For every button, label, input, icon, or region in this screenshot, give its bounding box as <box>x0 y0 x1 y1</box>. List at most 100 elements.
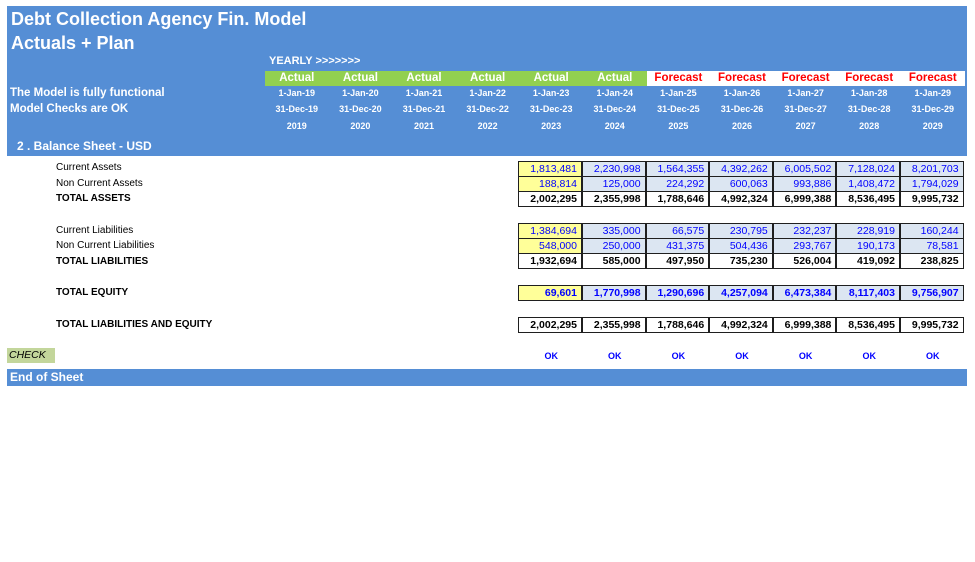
period-end-4: 31-Dec-23 <box>529 104 573 114</box>
cell-total-assets-2028[interactable]: 8,536,495 <box>836 191 900 207</box>
period-end-7: 31-Dec-26 <box>720 104 764 114</box>
period-year-3: 2022 <box>477 121 498 131</box>
check-label: CHECK <box>7 348 55 363</box>
cell-non-current-assets-2029[interactable]: 1,794,029 <box>900 176 964 192</box>
cell-total-liabilities-2024[interactable]: 585,000 <box>582 253 646 269</box>
period-end-9: 31-Dec-28 <box>847 104 891 114</box>
cell-total-equity-2023[interactable]: 69,601 <box>518 285 582 301</box>
cell-total-liabilities-equity-2026[interactable]: 4,992,324 <box>709 317 773 333</box>
cell-current-liabilities-2025[interactable]: 66,575 <box>645 223 710 239</box>
cell-non-current-liabilities-2025[interactable]: 431,375 <box>645 238 710 254</box>
end-bar: End of Sheet <box>7 369 967 386</box>
cell-total-equity-2028[interactable]: 8,117,403 <box>836 285 900 301</box>
cell-current-liabilities-2027[interactable]: 232,237 <box>772 223 837 239</box>
cell-total-equity-2026[interactable]: 4,257,094 <box>709 285 773 301</box>
cell-current-assets-2029[interactable]: 8,201,703 <box>900 161 964 177</box>
period-start-5: 1-Jan-24 <box>596 88 634 98</box>
check-ok-2024: OK <box>608 351 622 361</box>
cell-current-liabilities-2024[interactable]: 335,000 <box>582 223 646 239</box>
cell-non-current-liabilities-2026[interactable]: 504,436 <box>709 238 773 254</box>
period-year-0: 2019 <box>286 121 307 131</box>
cell-non-current-assets-2027[interactable]: 993,886 <box>772 176 837 192</box>
cell-non-current-assets-2023[interactable]: 188,814 <box>518 176 582 192</box>
cell-current-assets-2028[interactable]: 7,128,024 <box>836 161 900 177</box>
check-ok-2029: OK <box>926 351 940 361</box>
period-type-6: Forecast <box>646 71 711 86</box>
cell-non-current-assets-2024[interactable]: 125,000 <box>582 176 646 192</box>
cell-non-current-liabilities-2029[interactable]: 78,581 <box>900 238 964 254</box>
period-year-8: 2027 <box>795 121 816 131</box>
cell-total-assets-2027[interactable]: 6,999,388 <box>772 191 837 207</box>
cell-current-liabilities-2023[interactable]: 1,384,694 <box>518 223 582 239</box>
cell-total-equity-2024[interactable]: 1,770,998 <box>582 285 646 301</box>
check-ok-2023: OK <box>544 351 558 361</box>
cell-non-current-assets-2028[interactable]: 1,408,472 <box>836 176 900 192</box>
period-year-5: 2024 <box>604 121 625 131</box>
period-year-4: 2023 <box>541 121 562 131</box>
cell-current-liabilities-2029[interactable]: 160,244 <box>900 223 964 239</box>
cell-total-assets-2025[interactable]: 1,788,646 <box>645 191 710 207</box>
model-title: Debt Collection Agency Fin. Model <box>11 9 307 29</box>
cell-total-liabilities-equity-2027[interactable]: 6,999,388 <box>772 317 837 333</box>
period-start-6: 1-Jan-25 <box>660 88 697 98</box>
status-functional: The Model is fully functional <box>10 87 165 99</box>
period-start-3: 1-Jan-22 <box>469 88 506 98</box>
cell-total-liabilities-2027[interactable]: 526,004 <box>772 253 837 269</box>
cell-non-current-liabilities-2024[interactable]: 250,000 <box>582 238 646 254</box>
period-start-4: 1-Jan-23 <box>532 88 570 98</box>
section-title: 2 . Balance Sheet - USD <box>17 139 152 153</box>
cell-non-current-liabilities-2023[interactable]: 548,000 <box>518 238 582 254</box>
cell-non-current-liabilities-2028[interactable]: 190,173 <box>836 238 900 254</box>
period-start-9: 1-Jan-28 <box>850 88 888 98</box>
cell-current-liabilities-2028[interactable]: 228,919 <box>836 223 900 239</box>
period-end-1: 31-Dec-20 <box>339 104 382 114</box>
period-start-7: 1-Jan-26 <box>723 88 761 98</box>
cell-current-assets-2025[interactable]: 1,564,355 <box>645 161 710 177</box>
period-year-6: 2025 <box>668 121 689 131</box>
cell-total-liabilities-equity-2024[interactable]: 2,355,998 <box>582 317 646 333</box>
cell-total-equity-2025[interactable]: 1,290,696 <box>645 285 710 301</box>
period-year-2: 2021 <box>413 121 434 131</box>
period-start-10: 1-Jan-29 <box>914 88 952 98</box>
label-total-liabilities-equity: TOTAL LIABILITIES AND EQUITY <box>56 319 213 330</box>
cell-total-assets-2026[interactable]: 4,992,324 <box>709 191 773 207</box>
yearly-label: YEARLY >>>>>>> <box>269 55 361 67</box>
period-start-8: 1-Jan-27 <box>787 88 824 98</box>
cell-total-liabilities-equity-2025[interactable]: 1,788,646 <box>645 317 710 333</box>
period-type-8: Forecast <box>773 71 838 86</box>
cell-current-assets-2023[interactable]: 1,813,481 <box>518 161 582 177</box>
cell-total-liabilities-2023[interactable]: 1,932,694 <box>518 253 582 269</box>
cell-total-liabilities-2026[interactable]: 735,230 <box>709 253 773 269</box>
period-year-1: 2020 <box>350 121 371 131</box>
check-ok-2026: OK <box>735 351 749 361</box>
header-band: Debt Collection Agency Fin. Model Actual… <box>7 6 967 156</box>
cell-total-liabilities-2029[interactable]: 238,825 <box>900 253 964 269</box>
label-total-liabilities: TOTAL LIABILITIES <box>56 256 149 267</box>
cell-total-liabilities-equity-2029[interactable]: 9,995,732 <box>900 317 964 333</box>
cell-total-liabilities-equity-2023[interactable]: 2,002,295 <box>518 317 582 333</box>
cell-total-equity-2027[interactable]: 6,473,384 <box>772 285 837 301</box>
cell-total-liabilities-2028[interactable]: 419,092 <box>836 253 900 269</box>
cell-current-liabilities-2026[interactable]: 230,795 <box>709 223 773 239</box>
section-bar: 2 . Balance Sheet - USD <box>7 138 967 155</box>
cell-current-assets-2024[interactable]: 2,230,998 <box>582 161 646 177</box>
cell-total-assets-2029[interactable]: 9,995,732 <box>900 191 964 207</box>
cell-current-assets-2027[interactable]: 6,005,502 <box>772 161 837 177</box>
cell-non-current-assets-2025[interactable]: 224,292 <box>645 176 710 192</box>
cell-total-liabilities-2025[interactable]: 497,950 <box>645 253 710 269</box>
cell-total-assets-2023[interactable]: 2,002,295 <box>518 191 582 207</box>
period-end-6: 31-Dec-25 <box>657 104 700 114</box>
period-start-1: 1-Jan-20 <box>342 88 379 98</box>
period-end-10: 31-Dec-29 <box>911 104 955 114</box>
cell-non-current-liabilities-2027[interactable]: 293,767 <box>772 238 837 254</box>
cell-non-current-assets-2026[interactable]: 600,063 <box>709 176 773 192</box>
cell-total-equity-2029[interactable]: 9,756,907 <box>900 285 964 301</box>
label-current-liabilities: Current Liabilities <box>56 225 134 236</box>
period-type-2: Actual <box>392 71 456 86</box>
period-end-3: 31-Dec-22 <box>466 104 509 114</box>
cell-current-assets-2026[interactable]: 4,392,262 <box>709 161 773 177</box>
period-year-9: 2028 <box>859 121 880 131</box>
cell-total-assets-2024[interactable]: 2,355,998 <box>582 191 646 207</box>
model-subtitle: Actuals + Plan <box>11 33 135 53</box>
cell-total-liabilities-equity-2028[interactable]: 8,536,495 <box>836 317 900 333</box>
